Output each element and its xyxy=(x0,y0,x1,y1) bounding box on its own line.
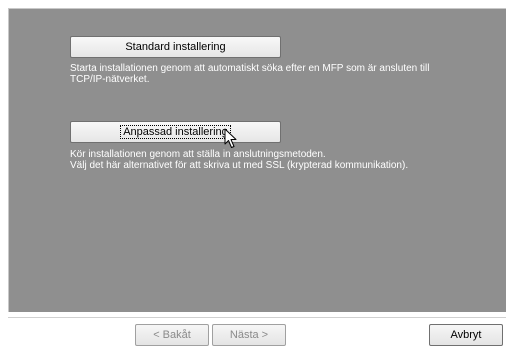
wizard-navigation-bar: < Bakåt Nästa > Avbryt xyxy=(8,312,506,350)
standard-installation-description: Starta installationen genom att automati… xyxy=(70,63,490,85)
cancel-button[interactable]: Avbryt xyxy=(429,324,503,346)
description-line: Kör installationen genom att ställa in a… xyxy=(70,149,326,160)
next-button[interactable]: Nästa > xyxy=(212,324,286,346)
standard-installation-button[interactable]: Standard installering xyxy=(70,36,281,58)
description-line: Välj det här alternativet för att skriva… xyxy=(70,160,409,171)
custom-installation-button[interactable]: Anpassad installering xyxy=(70,121,281,143)
custom-installation-description: Kör installationen genom att ställa in a… xyxy=(70,149,490,171)
divider xyxy=(8,317,506,318)
installer-window: Standard installering Starta installatio… xyxy=(8,8,506,350)
custom-installation-label: Anpassad installering xyxy=(120,125,231,139)
description-line: TCP/IP-nätverket. xyxy=(70,74,150,85)
standard-installation-label: Standard installering xyxy=(125,41,226,53)
description-line: Starta installationen genom att automati… xyxy=(70,63,430,74)
installation-options-panel: Standard installering Starta installatio… xyxy=(8,8,506,312)
back-button[interactable]: < Bakåt xyxy=(135,324,209,346)
